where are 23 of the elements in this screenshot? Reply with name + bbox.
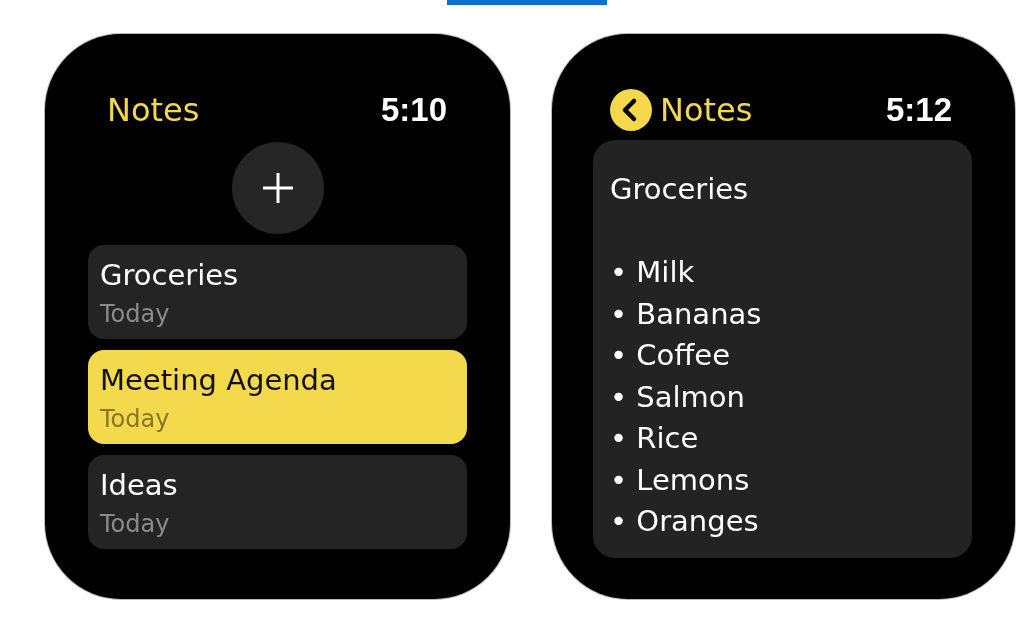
clock-time: 5:12 bbox=[885, 91, 952, 129]
clock-time: 5:10 bbox=[380, 91, 447, 129]
note-line: • Rice bbox=[610, 420, 699, 457]
note-line: • Oranges bbox=[610, 503, 759, 540]
note-date: Today bbox=[100, 300, 170, 328]
note-title: Ideas bbox=[100, 468, 178, 502]
note-line: • Salmon bbox=[610, 378, 745, 416]
chevron-circle-icon bbox=[610, 89, 652, 131]
note-card[interactable]: Ideas Today bbox=[88, 455, 467, 549]
note-title: Groceries bbox=[100, 258, 239, 292]
note-date: Today bbox=[100, 510, 170, 538]
note-title: Groceries bbox=[610, 171, 749, 208]
note-line: • Bananas bbox=[610, 295, 762, 333]
back-button[interactable]: Notes bbox=[610, 89, 753, 131]
note-title: Meeting Agenda bbox=[100, 363, 337, 397]
note-line: • Coffee bbox=[610, 337, 730, 374]
screen-title: Notes bbox=[107, 91, 200, 129]
note-card[interactable]: Meeting Agenda Today bbox=[88, 350, 467, 444]
note-line: • Milk bbox=[610, 254, 695, 291]
note-line: • Lemons bbox=[610, 461, 750, 499]
note-card[interactable]: Groceries Today bbox=[88, 245, 467, 339]
note-date: Today bbox=[100, 405, 170, 433]
plus-icon bbox=[262, 173, 293, 203]
